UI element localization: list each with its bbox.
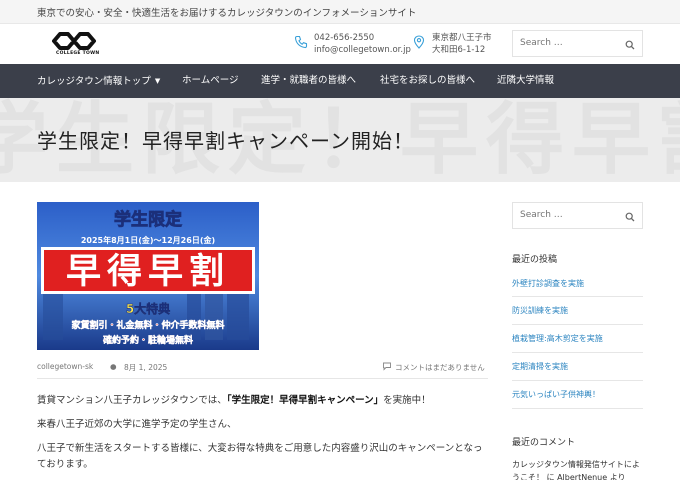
recent-posts-title: 最近の投稿 — [512, 255, 558, 265]
banner-line6: 確約予約・駐輪場無料 — [103, 334, 193, 346]
content-paragraph-1: 賃貸マンション八王子カレッジタウンでは、「学生限定！早得早割キャンペーン」を実施… — [37, 393, 488, 409]
banner-line5: 家賃割引・礼金無料・仲介手数料無料 — [71, 319, 224, 331]
recent-posts-list: 外壁打診調査を実施 防災訓練を実施 植栽管理:高木剪定を実施 定期清掃を実施 元… — [512, 271, 643, 409]
content-paragraph-3: 八王子で新生活をスタートする皆様に、大変お得な特典をご用意した内容盛り沢山のキャ… — [37, 443, 483, 470]
paragraph-text: 賃貸マンション八王子カレッジタウンでは、 — [37, 395, 227, 406]
nav-item-label: ホームページ — [182, 75, 239, 86]
search-icon[interactable] — [625, 40, 635, 50]
post-comments-count[interactable]: コメントはまだありません — [395, 362, 485, 373]
nav-item-students[interactable]: 進学・就職者の皆様へ — [261, 64, 356, 98]
nav-item-top[interactable]: カレッジタウン情報トップ ▼ — [37, 64, 160, 98]
campaign-banner: 学生限定 2025年8月1日(金)～12月26日(金) 早得早割 5大特典 家賃… — [37, 202, 259, 350]
header-search — [512, 30, 643, 57]
recent-post-link[interactable]: 元気いっぱい子供神輿！ — [512, 381, 643, 409]
post-date[interactable]: 8月 1, 2025 — [124, 362, 167, 373]
nav-item-company-housing[interactable]: 社宅をお探しの皆様へ — [380, 64, 475, 98]
banner-line1: 学生限定 — [114, 209, 182, 230]
contact-phone-email: 042-656-2550 info@collegetown.or.jp — [294, 32, 411, 56]
banner-line4: 5大特典 — [126, 301, 170, 316]
nav-item-homepage[interactable]: ホームページ — [182, 64, 239, 98]
address-line2: 大和田6-1-12 — [432, 45, 486, 55]
nav-item-label: 近隣大学情報 — [497, 75, 555, 86]
nav-item-label: 進学・就職者の皆様へ — [261, 75, 357, 86]
page-title: 学生限定！早得早割キャンペーン開始！ — [37, 129, 414, 153]
top-bar: 東京での安心・安全・快適生活をお届けするカレッジタウンのインフォメーションサイト — [0, 0, 680, 24]
banner-line3: 早得早割 — [66, 252, 230, 292]
featured-image[interactable]: 学生限定 2025年8月1日(金)～12月26日(金) 早得早割 5大特典 家賃… — [37, 202, 259, 350]
paragraph-text: を実施中！ — [383, 395, 431, 406]
recent-comments-title: 最近のコメント — [512, 438, 576, 448]
recent-post-link[interactable]: 定期清掃を実施 — [512, 353, 643, 381]
contact-address: 東京都八王子市 大和田6-1-12 — [413, 32, 492, 56]
content-paragraph-2: 来春八王子近郊の大学に進学予定の学生さん、 — [37, 419, 237, 430]
nav-item-label: 社宅をお探しの皆様へ — [380, 75, 476, 86]
post-author[interactable]: collegetown-sk — [37, 362, 93, 371]
recent-post-link[interactable]: 外壁打診調査を実施 — [512, 271, 643, 297]
campaign-name: 「学生限定！早得早割キャンペーン」 — [226, 395, 384, 406]
nav-item-universities[interactable]: 近隣大学情報 — [497, 64, 554, 98]
recent-comment-entry[interactable]: カレッジタウン情報発信サイトにようこそ！ に AlbertNenue より — [512, 458, 643, 480]
page-hero: 学生限定！早得早割キャンペーン開始！ 学生限定！早得早割キャンペーン開始！ — [0, 98, 680, 182]
search-icon[interactable] — [625, 212, 635, 222]
meta-separator-dot: ● — [110, 362, 117, 371]
site-header: COLLEGE TOWN 042-656-2550 info@collegeto… — [0, 24, 680, 64]
nav-item-label: カレッジタウン情報トップ — [37, 76, 151, 87]
address-line1: 東京都八王子市 — [432, 33, 492, 43]
comment-icon — [383, 362, 391, 371]
header-search-input[interactable] — [520, 38, 620, 48]
recent-post-link[interactable]: 防災訓練を実施 — [512, 297, 643, 325]
email-address[interactable]: info@collegetown.or.jp — [314, 44, 411, 56]
banner-line2: 2025年8月1日(金)～12月26日(金) — [81, 235, 215, 245]
chevron-down-icon: ▼ — [154, 77, 161, 85]
map-pin-icon — [413, 35, 425, 49]
phone-icon — [294, 35, 308, 49]
main-nav: カレッジタウン情報トップ ▼ ホームページ 進学・就職者の皆様へ 社宅をお探しの皆… — [0, 64, 680, 98]
sidebar-search-input[interactable] — [520, 210, 620, 220]
meta-divider — [37, 378, 488, 379]
logo-text: COLLEGE TOWN — [56, 51, 100, 56]
recent-post-link[interactable]: 植栽管理:高木剪定を実施 — [512, 325, 643, 353]
phone-number[interactable]: 042-656-2550 — [314, 32, 411, 44]
sidebar-search — [512, 202, 643, 229]
site-tagline: 東京での安心・安全・快適生活をお届けするカレッジタウンのインフォメーションサイト — [37, 8, 417, 19]
